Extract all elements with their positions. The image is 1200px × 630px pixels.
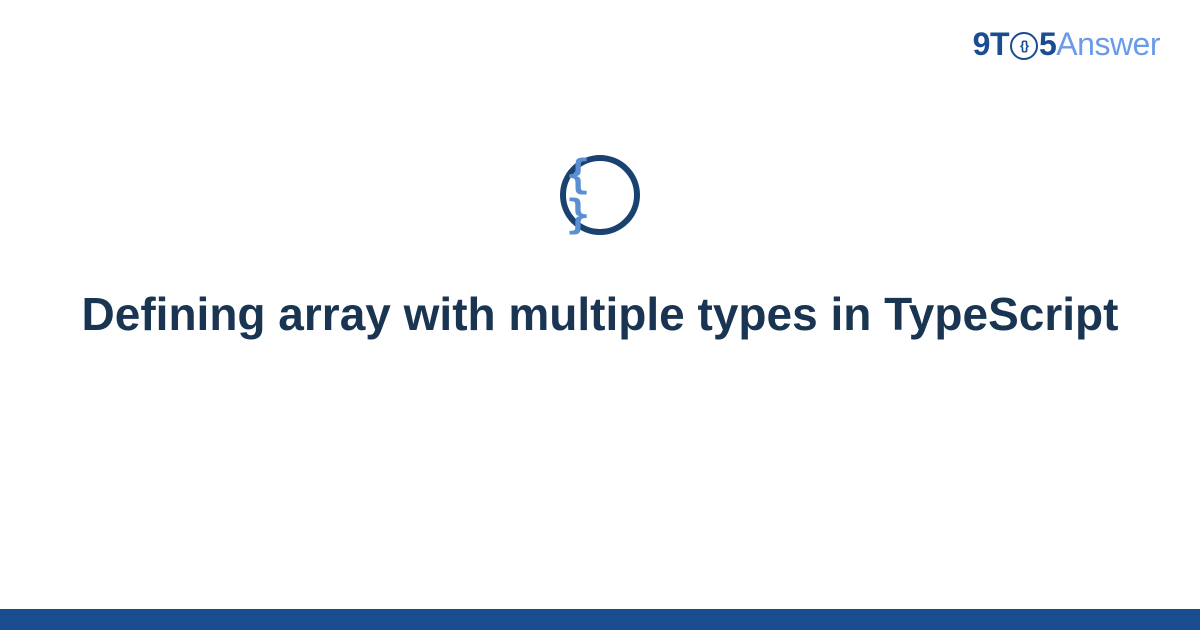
footer-accent-bar [0,609,1200,630]
main-content: { } Defining array with multiple types i… [0,155,1200,344]
braces-icon: { } [560,155,640,235]
logo-digit: 5 [1039,26,1056,63]
logo-circle-icon: {} [1010,32,1038,60]
logo-suffix: Answer [1056,26,1160,63]
page-title: Defining array with multiple types in Ty… [2,285,1199,344]
logo-prefix: 9T [973,26,1009,63]
logo-circle-glyph: {} [1020,38,1028,53]
site-logo: 9T {} 5 Answer [973,26,1160,63]
braces-glyph: { } [566,155,634,235]
